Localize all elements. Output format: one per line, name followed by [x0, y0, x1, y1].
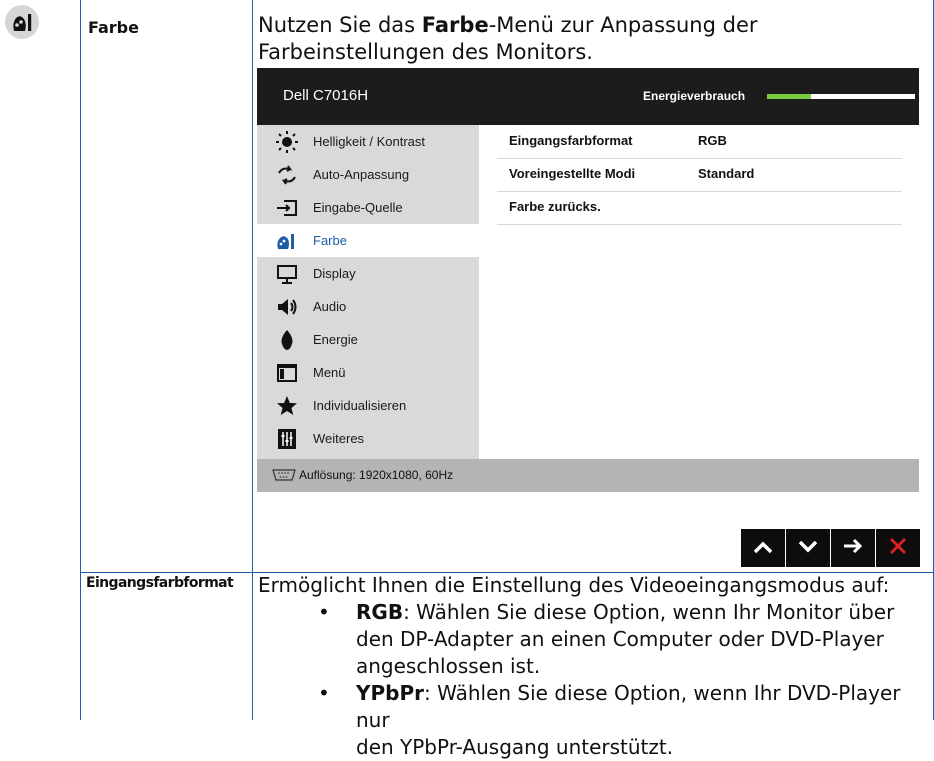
setting-name: Eingangsfarbformat — [509, 133, 633, 148]
up-button[interactable] — [741, 529, 785, 567]
section-intro-line2: Farbeinstellungen des Monitors. — [258, 40, 593, 64]
setting-name: Voreingestellte Modi — [509, 166, 636, 181]
exit-button[interactable] — [876, 529, 920, 567]
table-divider-1 — [252, 0, 253, 720]
intro-bold: Farbe — [421, 13, 489, 37]
enter-button[interactable] — [831, 529, 875, 567]
up-arrow-icon — [753, 539, 773, 558]
setting-row-voreingestellte-modi[interactable]: Voreingestellte Modi Standard — [497, 158, 902, 192]
color-icon — [275, 229, 299, 253]
vga-connector-icon — [271, 467, 297, 487]
osd-model: Dell C7016H — [283, 87, 369, 104]
section-intro: Nutzen Sie das Farbe-Menü zur Anpassung … — [258, 12, 758, 39]
menu-item-display[interactable]: Display — [257, 257, 479, 290]
star-icon — [275, 394, 299, 418]
menu-item-label: Auto-Anpassung — [313, 167, 410, 182]
color-icon — [5, 5, 39, 39]
menu-item-label: Menü — [313, 365, 346, 380]
detail-label: Eingangsfarbformat — [86, 575, 234, 591]
setting-row-farbe-zuruecks[interactable]: Farbe zurücks. — [497, 191, 902, 225]
down-arrow-icon — [798, 539, 818, 558]
setting-name: Farbe zurücks. — [509, 199, 601, 214]
detail-item-text: angeschlossen ist. — [356, 654, 541, 678]
menu-item-weiteres[interactable]: Weiteres — [257, 422, 479, 455]
menu-item-helligkeit-kontrast[interactable]: Helligkeit / Kontrast — [257, 125, 479, 158]
menu-item-label: Display — [313, 266, 356, 281]
intro-post: -Menü zur Anpassung der — [488, 13, 758, 37]
close-icon — [889, 537, 907, 559]
bullet-2: • — [318, 681, 330, 705]
menu-item-eingabe-quelle[interactable]: Eingabe-Quelle — [257, 191, 479, 224]
osd-header: Dell C7016H Energieverbrauch — [257, 68, 919, 125]
bullet-1: • — [318, 600, 330, 624]
menu-item-label: Weiteres — [313, 431, 365, 446]
energy-label: Energieverbrauch — [643, 89, 746, 103]
audio-icon — [275, 295, 299, 319]
menu-item-label: Energie — [313, 332, 358, 347]
detail-item-rgb: RGB: Wählen Sie diese Option, wenn Ihr M… — [356, 599, 894, 680]
menu-item-audio[interactable]: Audio — [257, 290, 479, 323]
section-label: Farbe — [88, 18, 139, 37]
menu-item-farbe[interactable]: Farbe — [257, 224, 479, 257]
right-arrow-icon — [843, 538, 863, 558]
auto-adjust-icon — [275, 163, 299, 187]
energy-icon — [275, 328, 299, 352]
resolution-text: Auflösung: 1920x1080, 60Hz — [299, 468, 454, 482]
detail-item-text: den YPbPr-Ausgang unterstützt. — [356, 735, 674, 759]
menu-item-label: Individualisieren — [313, 398, 407, 413]
menu-item-label: Eingabe-Quelle — [313, 200, 403, 215]
menu-item-label: Helligkeit / Kontrast — [313, 134, 425, 149]
down-button[interactable] — [786, 529, 830, 567]
detail-item-ypbpr: YPbPr: Wählen Sie diese Option, wenn Ihr… — [356, 680, 934, 761]
detail-item-text: : Wählen Sie diese Option, wenn Ihr Moni… — [403, 600, 895, 624]
detail-item-term: YPbPr — [356, 681, 424, 705]
detail-intro: Ermöglicht Ihnen die Einstellung des Vid… — [258, 573, 890, 597]
table-left-border — [80, 0, 81, 720]
detail-item-term: RGB — [356, 600, 404, 624]
menu-item-individualisieren[interactable]: Individualisieren — [257, 389, 479, 422]
display-icon — [275, 262, 299, 286]
input-source-icon — [275, 196, 299, 220]
detail-item-text: den DP-Adapter an einen Computer oder DV… — [356, 627, 884, 651]
others-icon — [275, 427, 299, 451]
menu-item-label: Audio — [313, 299, 347, 314]
menu-item-label: Farbe — [313, 233, 347, 248]
menu-item-menu[interactable]: Menü — [257, 356, 479, 389]
intro-pre: Nutzen Sie das — [258, 13, 422, 37]
menu-icon — [275, 361, 299, 385]
osd-footer: Auflösung: 1920x1080, 60Hz — [257, 459, 919, 492]
brightness-icon — [275, 130, 299, 154]
detail-item-text: : Wählen Sie diese Option, wenn Ihr DVD-… — [356, 681, 901, 732]
menu-item-energie[interactable]: Energie — [257, 323, 479, 356]
setting-value: RGB — [698, 133, 727, 148]
energy-bar-fill — [767, 94, 811, 99]
setting-value: Standard — [698, 166, 755, 181]
menu-item-auto-anpassung[interactable]: Auto-Anpassung — [257, 158, 479, 191]
setting-row-eingangsfarbformat[interactable]: Eingangsfarbformat RGB — [497, 125, 902, 159]
